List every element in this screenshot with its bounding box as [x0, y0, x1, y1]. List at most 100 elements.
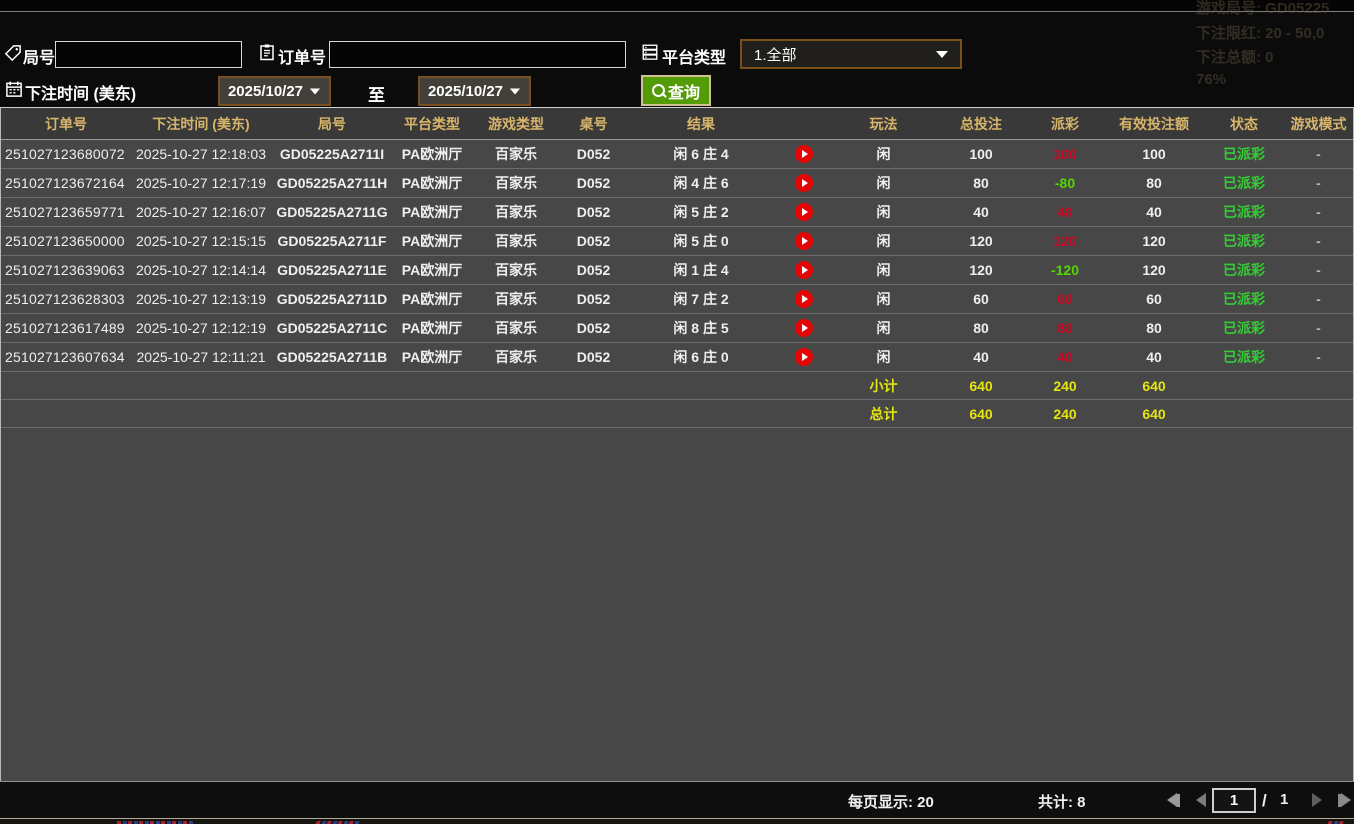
grand-total-row: 总计640240640 — [1, 400, 1353, 428]
bet-time-cell: 2025-10-27 12:16:07 — [131, 204, 271, 220]
result-cell: 闲 5 庄 0 — [626, 231, 776, 251]
order-number-cell: 251027123628303 — [1, 291, 131, 307]
status-badge: 已派彩 — [1204, 173, 1284, 193]
table-row: 2510271236597712025-10-27 12:16:07GD0522… — [1, 198, 1353, 227]
game-mode-cell: - — [1284, 291, 1353, 307]
table-row: 2510271236174892025-10-27 12:12:19GD0522… — [1, 314, 1353, 343]
next-page-button[interactable] — [1312, 792, 1322, 808]
valid-bet-cell: 40 — [1104, 349, 1204, 365]
game-type-cell: 百家乐 — [471, 347, 561, 367]
status-badge: 已派彩 — [1204, 202, 1284, 222]
order-number-cell: 251027123607634 — [1, 349, 131, 365]
column-header: 状态 — [1204, 114, 1284, 134]
game-type-cell: 百家乐 — [471, 260, 561, 280]
date-to-picker[interactable]: 2025/10/27 — [418, 76, 531, 106]
order-filter-label: 订单号 — [278, 44, 326, 68]
table-row: 2510271236500002025-10-27 12:15:15GD0522… — [1, 227, 1353, 256]
round-filter-label: 局号 — [23, 44, 55, 68]
table-number-cell: D052 — [561, 233, 626, 249]
page-size-label: 每页显示: 20 — [848, 791, 934, 812]
table-row: 2510271236800722025-10-27 12:18:03GD0522… — [1, 140, 1353, 169]
status-badge: 已派彩 — [1204, 260, 1284, 280]
play-icon[interactable] — [795, 319, 813, 337]
page-number-input[interactable] — [1212, 788, 1256, 813]
page-separator: / — [1262, 791, 1267, 811]
result-cell: 闲 5 庄 2 — [626, 202, 776, 222]
payout-sum: 240 — [1026, 406, 1104, 422]
result-cell: 闲 8 庄 5 — [626, 318, 776, 338]
replay-cell — [776, 232, 831, 250]
status-badge: 已派彩 — [1204, 347, 1284, 367]
play-icon[interactable] — [795, 203, 813, 221]
game-type-cell: 百家乐 — [471, 289, 561, 309]
bet-type-cell: 闲 — [831, 202, 936, 222]
bet-type-cell: 闲 — [831, 260, 936, 280]
column-header: 桌号 — [561, 114, 626, 134]
column-header: 下注时间 (美东) — [131, 114, 271, 134]
total-bet-cell: 120 — [936, 262, 1026, 278]
chevron-down-icon — [310, 88, 320, 94]
bet-type-cell: 闲 — [831, 231, 936, 251]
table-number-cell: D052 — [561, 320, 626, 336]
result-cell: 闲 1 庄 4 — [626, 260, 776, 280]
platform-cell: PA欧洲厅 — [393, 260, 471, 280]
calendar-icon — [5, 80, 23, 98]
total-bet-cell: 40 — [936, 349, 1026, 365]
payout-cell: -80 — [1026, 175, 1104, 191]
play-icon[interactable] — [795, 174, 813, 192]
subtotal-row: 小计640240640 — [1, 372, 1353, 400]
status-badge: 已派彩 — [1204, 231, 1284, 251]
tag-icon — [4, 44, 22, 62]
clipboard-icon — [258, 43, 276, 61]
platform-icon — [641, 43, 659, 61]
first-page-button[interactable] — [1167, 792, 1180, 808]
chevron-down-icon — [936, 51, 948, 58]
order-number-input[interactable] — [329, 41, 626, 68]
date-from-picker[interactable]: 2025/10/27 — [218, 76, 331, 106]
play-icon[interactable] — [795, 145, 813, 163]
valid-bet-cell: 60 — [1104, 291, 1204, 307]
round-number-cell: GD05225A2711D — [271, 291, 393, 307]
bet-history-screen: 游戏局号: GD05225下注限红: 20 - 50,0下注总额: 076% 局… — [0, 0, 1354, 824]
round-input[interactable] — [55, 41, 242, 68]
table-row: 2510271236721642025-10-27 12:17:19GD0522… — [1, 169, 1353, 198]
status-badge: 已派彩 — [1204, 289, 1284, 309]
platform-cell: PA欧洲厅 — [393, 173, 471, 193]
result-cell: 闲 6 庄 0 — [626, 347, 776, 367]
table-number-cell: D052 — [561, 175, 626, 191]
bet-time-cell: 2025-10-27 12:12:19 — [131, 320, 271, 336]
payout-cell: 120 — [1026, 233, 1104, 249]
search-button[interactable]: 查询 — [641, 75, 711, 106]
play-icon[interactable] — [795, 348, 813, 366]
replay-cell — [776, 290, 831, 308]
bet-time-filter-label: 下注时间 (美东) — [25, 80, 136, 104]
filter-panel: 局号 订单号 平台类型 1.全部 下注时间 (美东) 2025/10/27 至 … — [0, 13, 1354, 107]
game-type-cell: 百家乐 — [471, 202, 561, 222]
column-header: 总投注 — [936, 114, 1026, 134]
last-page-button[interactable] — [1338, 792, 1351, 808]
result-cell: 闲 7 庄 2 — [626, 289, 776, 309]
platform-cell: PA欧洲厅 — [393, 347, 471, 367]
payout-cell: 40 — [1026, 349, 1104, 365]
payout-cell: 60 — [1026, 291, 1104, 307]
replay-cell — [776, 348, 831, 366]
top-bar — [0, 0, 1354, 12]
game-mode-cell: - — [1284, 349, 1353, 365]
table-row: 2510271236076342025-10-27 12:11:21GD0522… — [1, 343, 1353, 372]
table-header: 订单号下注时间 (美东)局号平台类型游戏类型桌号结果玩法总投注派彩有效投注额状态… — [1, 108, 1353, 140]
game-mode-cell: - — [1284, 146, 1353, 162]
play-icon[interactable] — [795, 232, 813, 250]
column-header: 玩法 — [831, 114, 936, 134]
platform-cell: PA欧洲厅 — [393, 318, 471, 338]
game-mode-cell: - — [1284, 262, 1353, 278]
game-mode-cell: - — [1284, 204, 1353, 220]
play-icon[interactable] — [795, 290, 813, 308]
platform-type-select[interactable]: 1.全部 — [740, 39, 962, 69]
column-header: 派彩 — [1026, 114, 1104, 134]
order-number-cell: 251027123639063 — [1, 262, 131, 278]
play-icon[interactable] — [795, 261, 813, 279]
bet-time-cell: 2025-10-27 12:17:19 — [131, 175, 271, 191]
search-icon — [652, 84, 665, 97]
total-bet-cell: 80 — [936, 320, 1026, 336]
prev-page-button[interactable] — [1196, 792, 1206, 808]
